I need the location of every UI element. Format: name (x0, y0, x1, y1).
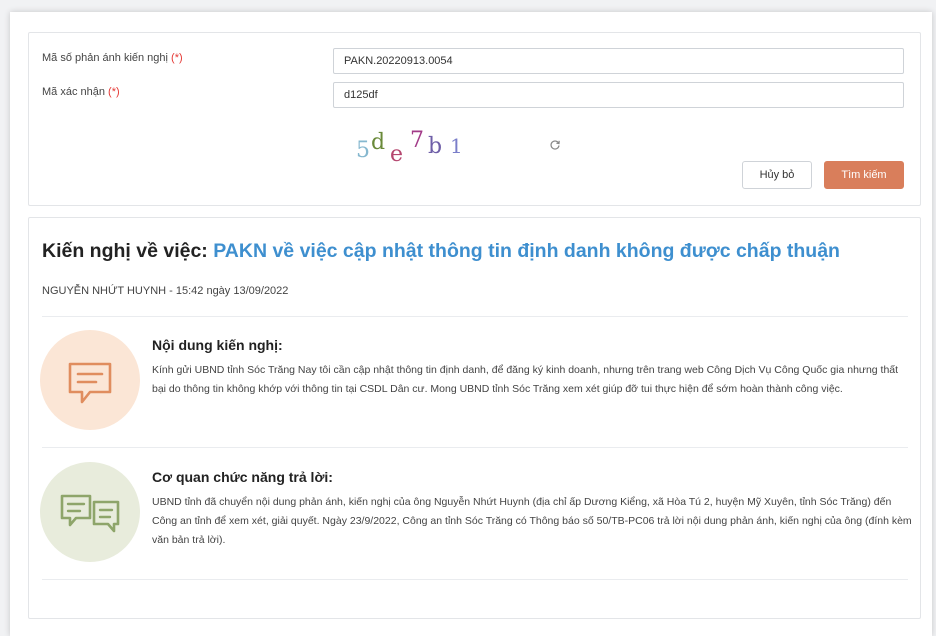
subject-title: PAKN về việc cập nhật thông tin định dan… (213, 240, 840, 262)
captcha-char: b (428, 134, 443, 159)
result-card (28, 217, 921, 619)
refresh-icon[interactable] (549, 139, 561, 154)
page-title: Kiến nghị về việc: PAKN về việc cập nhật… (42, 240, 840, 262)
captcha-char: e (390, 142, 404, 167)
confirm-label: Mã xác nhận (*) (42, 86, 120, 98)
code-input[interactable]: PAKN.20220913.0054 (333, 48, 904, 74)
captcha-char: d (371, 130, 386, 155)
content-heading: Nội dung kiến nghị: (152, 337, 283, 353)
captcha-char: 7 (410, 128, 424, 153)
content-body: Kính gửi UBND tỉnh Sóc Trăng Nay tôi cần… (152, 364, 899, 395)
confirm-input[interactable]: d125df (333, 82, 904, 108)
code-label: Mã số phản ánh kiến nghị (*) (42, 52, 183, 64)
reply-heading: Cơ quan chức năng trả lời: (152, 469, 333, 485)
divider (42, 579, 908, 580)
captcha-image: 5 d e 7 b 1 (356, 126, 496, 170)
divider (42, 447, 908, 448)
cancel-button[interactable]: Hủy bỏ (742, 161, 812, 189)
reply-body: UBND tỉnh đã chuyển nội dung phản ánh, k… (152, 496, 912, 546)
conversation-icon (40, 462, 140, 562)
captcha-char: 1 (450, 134, 463, 158)
divider (42, 316, 908, 317)
captcha-char: 5 (356, 138, 370, 163)
submitter-meta: NGUYỄN NHỨT HUYNH - 15:42 ngày 13/09/202… (42, 285, 289, 297)
message-icon (40, 330, 140, 430)
search-button[interactable]: Tìm kiếm (824, 161, 904, 189)
